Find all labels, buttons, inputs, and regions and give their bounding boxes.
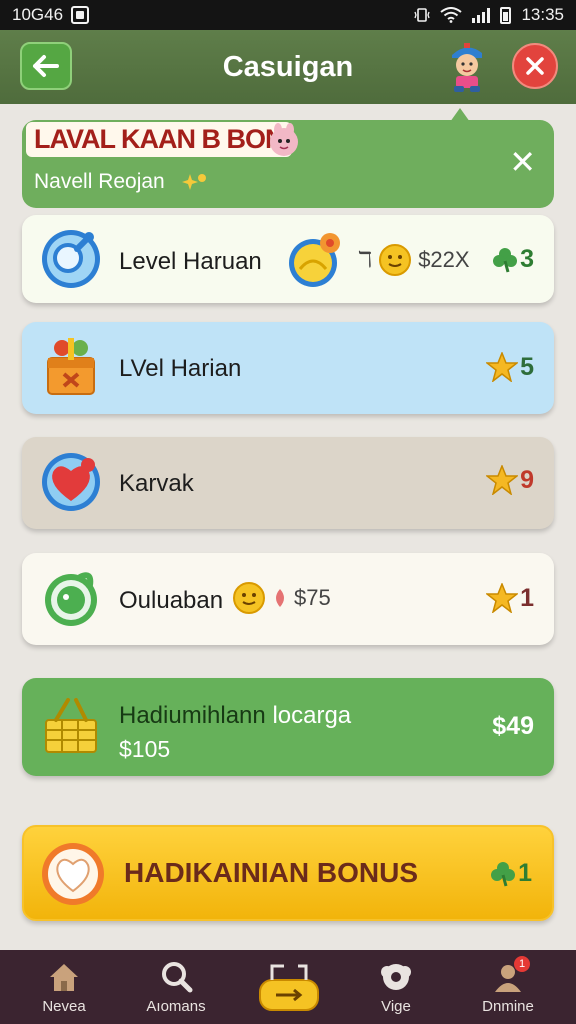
smiley-icon bbox=[379, 244, 412, 276]
card-reward: 9 bbox=[520, 465, 534, 494]
card-extra-value: $75 bbox=[294, 585, 331, 610]
banner-subtitle: Navell Reojan bbox=[34, 170, 165, 193]
smiley-icon bbox=[233, 582, 265, 614]
star-icon bbox=[486, 352, 519, 382]
card-amount: $105 bbox=[119, 736, 171, 762]
card-reward: 1 bbox=[520, 583, 534, 612]
gamepad-icon bbox=[381, 964, 411, 990]
bonus-reward: 1 bbox=[518, 859, 532, 887]
star-icon bbox=[486, 583, 519, 613]
mascot-avatar[interactable] bbox=[444, 39, 490, 93]
card-reward: 5 bbox=[520, 352, 534, 381]
ticket-icon[interactable] bbox=[258, 960, 320, 1016]
status-bar: 10G46 13:35 bbox=[0, 0, 576, 30]
search-icon bbox=[162, 962, 193, 993]
nav-label: Nevea bbox=[42, 998, 86, 1015]
pin-icon bbox=[289, 233, 340, 287]
home-icon bbox=[50, 964, 78, 991]
heart-icon bbox=[42, 453, 100, 511]
level-card-3[interactable]: Karvak 9 bbox=[22, 437, 554, 529]
banner-title: LAVAL KAAN B BON bbox=[26, 122, 292, 157]
nav-item-search[interactable]: Aıomans bbox=[126, 950, 226, 1024]
star-icon bbox=[486, 465, 519, 495]
banner-close-button[interactable]: ✕ bbox=[509, 146, 536, 178]
level-card-5[interactable]: Hadiumihlann locarga $105 $49 bbox=[22, 678, 554, 776]
status-time-left: 10G46 bbox=[12, 5, 64, 24]
notification-icon bbox=[71, 6, 90, 24]
nav-item-home[interactable]: Nevea bbox=[14, 950, 114, 1024]
leaf-icon bbox=[276, 589, 284, 607]
card-extra-prefix: ℸ bbox=[358, 247, 373, 272]
level-card-4[interactable]: Ouluaban $75 1 bbox=[22, 553, 554, 645]
sparkle-icon bbox=[182, 174, 206, 190]
vibrate-icon bbox=[414, 8, 431, 22]
magnifier-icon bbox=[42, 230, 100, 288]
nav-label: Dnmine bbox=[482, 998, 534, 1015]
card-label: Karvak bbox=[119, 470, 194, 497]
bottom-nav: Nevea Aıomans Vige 1 Dnmine bbox=[0, 950, 576, 1024]
card-label: Ouluaban bbox=[119, 587, 224, 614]
green-blob-icon bbox=[45, 572, 97, 626]
clover-icon bbox=[493, 247, 518, 272]
card-extra-value: $22X bbox=[418, 247, 470, 272]
heart-badge-icon bbox=[42, 843, 104, 905]
bunny-icon bbox=[270, 123, 298, 156]
level-card-2[interactable]: LVel Harian 5 bbox=[22, 322, 554, 414]
nav-label: Vige bbox=[381, 998, 411, 1015]
nav-item-profile[interactable]: 1 Dnmine bbox=[458, 950, 558, 1024]
banner-pointer bbox=[450, 108, 470, 122]
battery-icon bbox=[500, 6, 512, 24]
basket-icon bbox=[45, 698, 97, 753]
signal-icon bbox=[472, 7, 491, 23]
clover-icon bbox=[491, 861, 516, 886]
close-button[interactable] bbox=[512, 43, 558, 89]
card-reward: 3 bbox=[520, 245, 534, 273]
bonus-label: HADIKAINIAN BONUS bbox=[124, 857, 418, 888]
gift-box-icon bbox=[47, 338, 95, 395]
card-label: Hadiumihlann bbox=[119, 702, 266, 729]
bonus-button[interactable]: HADIKAINIAN BONUS 1 bbox=[22, 825, 554, 921]
nav-label: Aıomans bbox=[146, 998, 206, 1015]
level-card-1[interactable]: Level Haruan ℸ $22X 3 bbox=[22, 215, 554, 303]
card-label: LVel Harian bbox=[119, 355, 242, 382]
wifi-icon bbox=[440, 7, 463, 23]
notification-badge: 1 bbox=[514, 956, 530, 972]
card-label-extra: locarga bbox=[272, 702, 352, 729]
nav-item-games[interactable]: Vige bbox=[346, 950, 446, 1024]
level-banner: LAVAL KAAN B BON Navell Reojan ✕ bbox=[22, 108, 554, 208]
card-label: Level Haruan bbox=[119, 248, 262, 275]
app-header: Casuigan bbox=[0, 30, 576, 104]
close-icon bbox=[526, 57, 544, 75]
status-time-right: 13:35 bbox=[521, 5, 564, 24]
card-reward: $49 bbox=[492, 712, 534, 740]
